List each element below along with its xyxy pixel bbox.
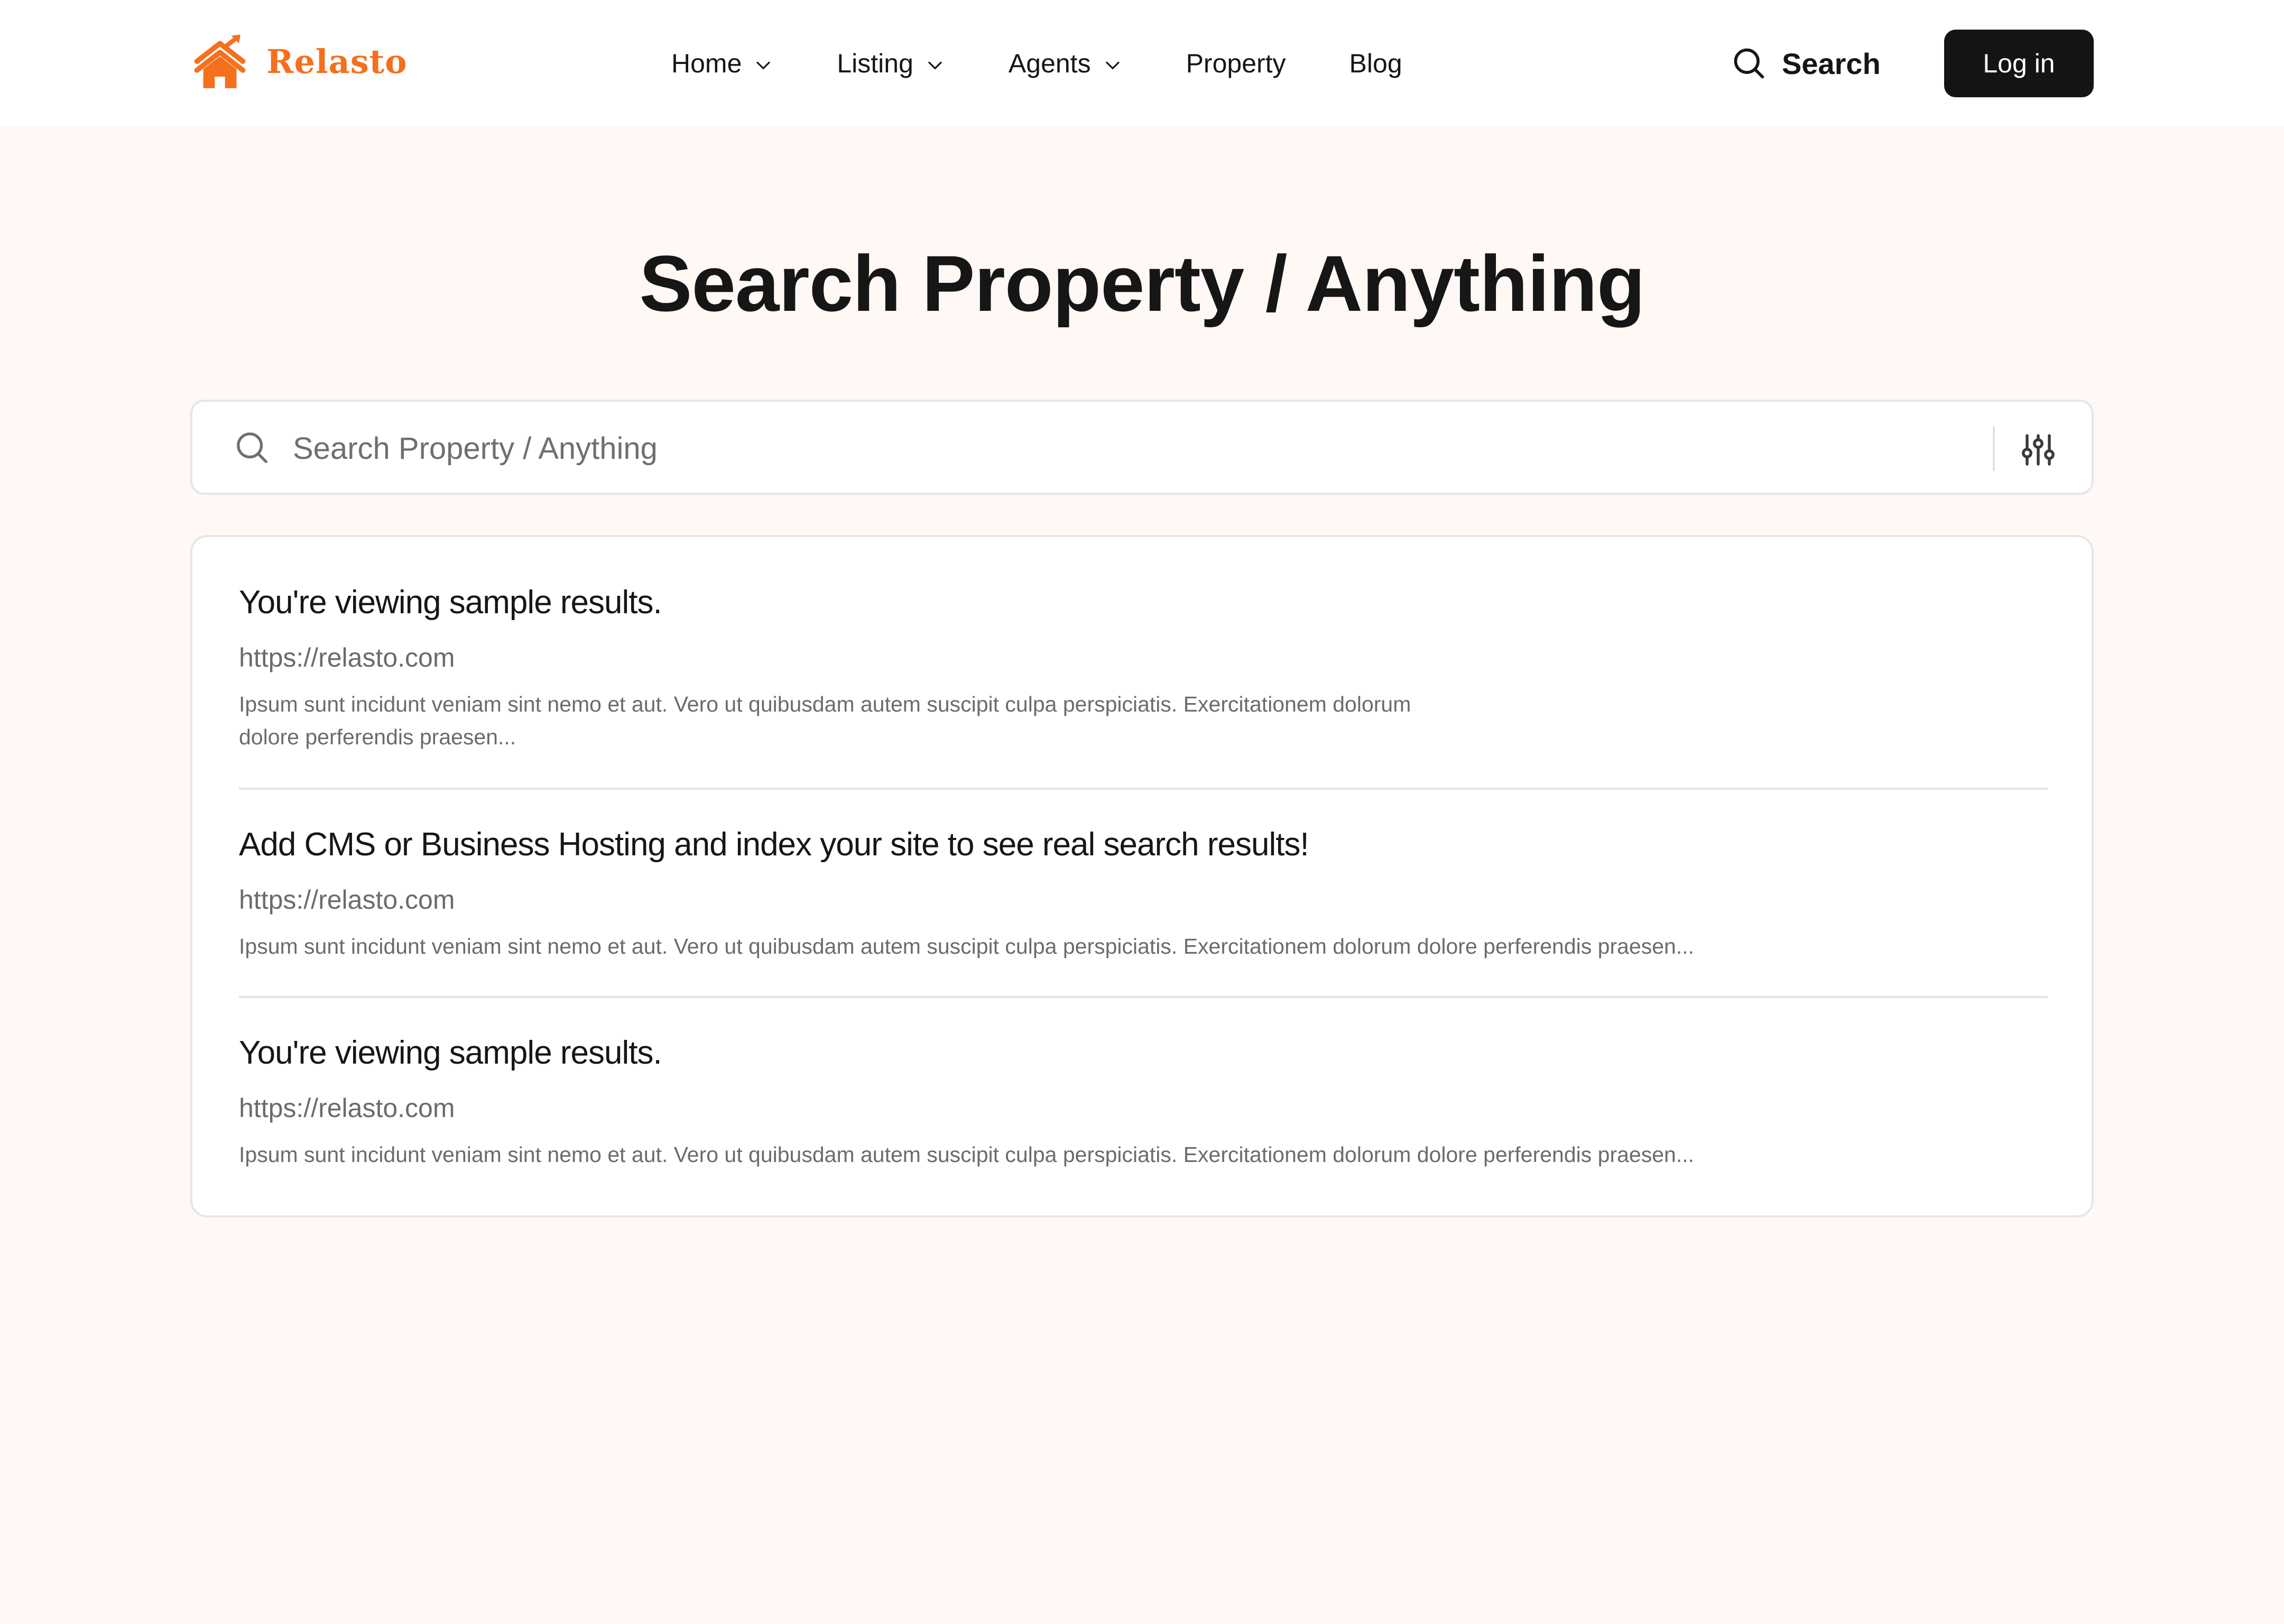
header-search-button[interactable]: Search [1731, 42, 1881, 85]
search-input[interactable] [293, 423, 2037, 474]
search-icon [237, 432, 267, 463]
filter-button[interactable] [2014, 426, 2062, 474]
search-results: You're viewing sample results. https://r… [190, 535, 2094, 1217]
main-nav: Home Listing Agents Property Blog [671, 42, 1402, 85]
result-divider [239, 996, 2048, 998]
house-with-trend-arrow-icon [194, 34, 246, 88]
nav-item-home[interactable]: Home [671, 48, 773, 79]
nav-item-label: Blog [1349, 49, 1402, 78]
page-title: Search Property / Anything [639, 239, 1645, 328]
result-url[interactable]: https://relasto.com [239, 1093, 2048, 1123]
result-title[interactable]: Add CMS or Business Hosting and index yo… [239, 826, 2048, 863]
header-search-label: Search [1782, 47, 1881, 80]
nav-item-blog[interactable]: Blog [1349, 48, 1402, 79]
nav-item-agents[interactable]: Agents [1009, 48, 1123, 79]
result-description: Ipsum sunt incidunt veniam sint nemo et … [239, 1142, 1694, 1167]
nav-item-label: Listing [837, 49, 913, 78]
nav-item-listing[interactable]: Listing [837, 48, 945, 79]
search-bar [190, 400, 2094, 495]
nav-item-label: Property [1186, 49, 1286, 78]
result-description: Ipsum sunt incidunt veniam sint nemo et … [239, 934, 1694, 958]
result-url[interactable]: https://relasto.com [239, 884, 2048, 915]
login-button[interactable]: Log in [1944, 30, 2094, 97]
result-url[interactable]: https://relasto.com [239, 642, 2048, 673]
nav-item-label: Home [671, 49, 742, 78]
chevron-down-icon [756, 61, 771, 69]
search-result: You're viewing sample results. https://r… [239, 584, 2048, 753]
chevron-down-icon [1105, 61, 1120, 69]
search-result: Add CMS or Business Hosting and index yo… [239, 826, 2048, 963]
search-result: You're viewing sample results. https://r… [239, 1034, 2048, 1171]
logo-text: Relasto [266, 42, 408, 81]
sliders-icon [2022, 434, 2055, 466]
result-description: Ipsum sunt incidunt veniam sint nemo et … [239, 692, 1411, 749]
logo-link[interactable]: Relasto [189, 31, 408, 92]
search-divider [1993, 426, 1995, 470]
result-title[interactable]: You're viewing sample results. [239, 584, 2048, 621]
site-header: Relasto Home Listing Agents Property Blo… [0, 0, 2284, 127]
nav-item-property[interactable]: Property [1186, 48, 1286, 79]
chevron-down-icon [928, 61, 942, 69]
result-title[interactable]: You're viewing sample results. [239, 1034, 2048, 1072]
search-icon [1734, 48, 1764, 79]
result-divider [239, 788, 2048, 790]
nav-item-label: Agents [1008, 49, 1091, 78]
